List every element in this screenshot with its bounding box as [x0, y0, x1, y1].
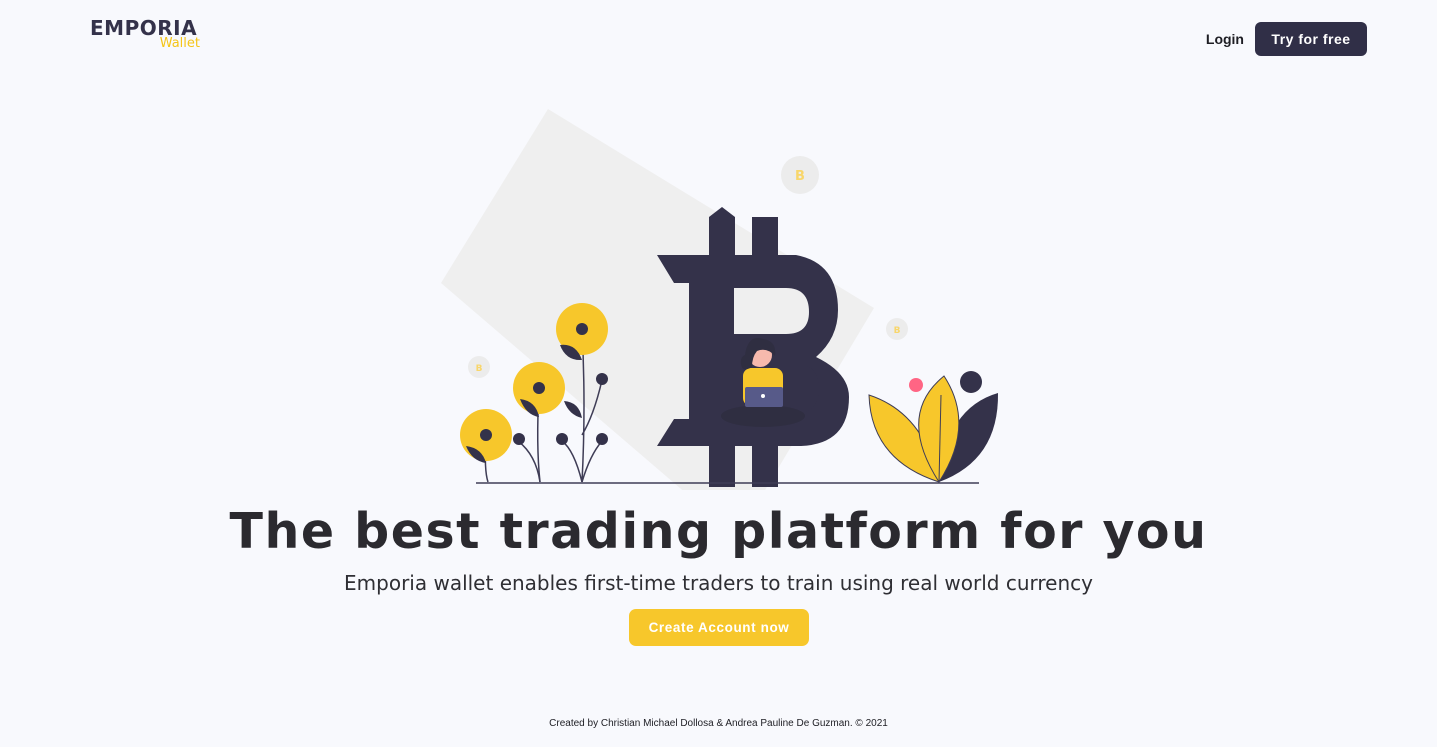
brand-name: EMPORIA: [90, 16, 198, 40]
flower-icon: [513, 362, 565, 414]
footer-credits: Created by Christian Michael Dollosa & A…: [549, 718, 888, 729]
bitcoin-trader-illustration: B B B: [441, 109, 999, 490]
hero-headline: The best trading platform for you: [229, 503, 1208, 560]
svg-text:B: B: [795, 169, 805, 184]
coin-icon: B: [781, 156, 819, 194]
leaf-plant-icon: [868, 371, 999, 483]
flower-icon: [460, 409, 512, 461]
create-account-button[interactable]: Create Account now: [629, 609, 809, 646]
hero-subheadline: Emporia wallet enables first-time trader…: [344, 571, 1093, 595]
coin-icon: B: [886, 318, 908, 340]
top-nav: Login Try for free: [1206, 22, 1367, 56]
login-link[interactable]: Login: [1206, 27, 1244, 51]
try-for-free-button[interactable]: Try for free: [1255, 22, 1367, 56]
bitcoin-counter-top: [734, 288, 809, 334]
brand-logo[interactable]: EMPORIA Wallet: [90, 18, 200, 50]
svg-text:B: B: [476, 364, 483, 374]
coin-icon: B: [468, 356, 490, 378]
svg-text:B: B: [894, 326, 901, 336]
